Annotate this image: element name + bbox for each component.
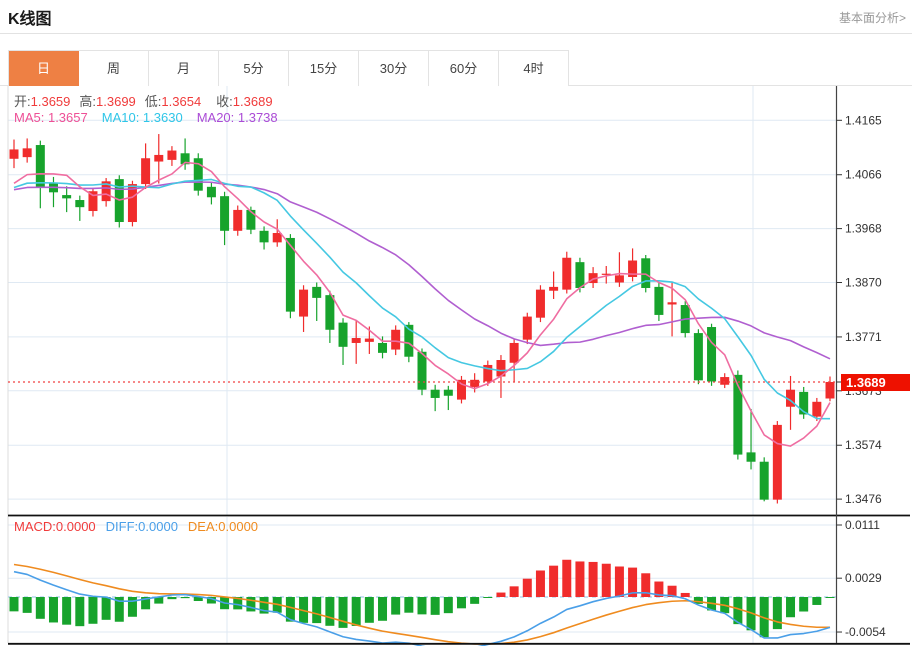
page-title: K线图 [8,5,52,29]
ma20-legend: MA20: 1.3738 [197,110,278,125]
tab-15min[interactable]: 15分 [289,51,359,86]
tab-week[interactable]: 周 [79,51,149,86]
price-axis: 1.41651.40661.39681.38701.37711.36731.35… [837,86,887,643]
dea-legend: DEA:0.0000 [188,519,258,534]
ma-info: MA5: 1.3657 MA10: 1.3630 MA20: 1.3738 [14,110,278,125]
y-axis-label: 1.4066 [845,168,882,182]
ohlc-close: 收:1.3689 [216,91,272,110]
macd-info: MACD:0.0000 DIFF:0.0000 DEA:0.0000 [14,519,258,534]
y-axis-label: 1.3968 [845,222,882,236]
fundamental-analysis-link[interactable]: 基本面分析> [839,9,906,26]
ma10-legend: MA10: 1.3630 [102,110,183,125]
y-axis-label: 1.3476 [845,492,882,506]
period-tabbar: 日周月5分15分30分60分4时 [8,50,569,86]
current-price-tag: 1.3689 [841,374,910,391]
macd-histogram [10,560,835,637]
ohlc-low: 低:1.3654 [145,91,201,110]
y-axis-label: 1.4165 [845,113,882,127]
tab-5min[interactable]: 5分 [219,51,289,86]
kline-widget: K线图 基本面分析> 日周月5分15分30分60分4时 1.4165 1.4066… [0,0,912,646]
ohlc-open: 开:1.3659 [14,91,70,110]
tab-30min[interactable]: 30分 [359,51,429,86]
ohlc-info: 开:1.3659 高:1.3699 低:1.3654 收:1.3689 [14,91,273,110]
y-axis-label: 1.3771 [845,330,882,344]
diff-legend: DIFF:0.0000 [106,519,178,534]
tab-month[interactable]: 月 [149,51,219,86]
ohlc-high: 高:1.3699 [79,91,135,110]
tab-4hour[interactable]: 4时 [499,51,569,86]
macd-axis-label: 0.0029 [845,571,882,585]
tab-60min[interactable]: 60分 [429,51,499,86]
tab-day[interactable]: 日 [9,51,79,86]
macd-legend: MACD:0.0000 [14,519,96,534]
y-axis-label: 1.3870 [845,275,882,289]
macd-axis-label: -0.0054 [845,625,886,639]
ma5-legend: MA5: 1.3657 [14,110,88,125]
y-axis-label: 1.3574 [845,438,882,452]
macd-axis-label: 0.0111 [845,518,880,532]
